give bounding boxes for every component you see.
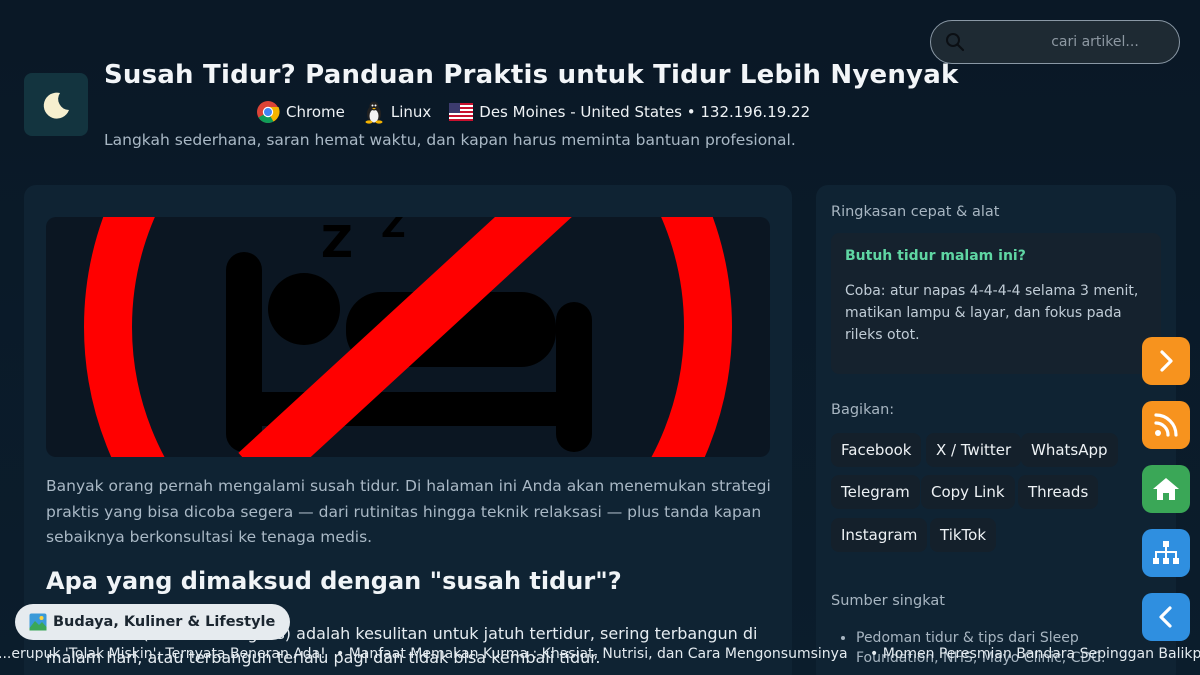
ticker-item[interactable]: • Momen Peresmian Bandara Sepinggan Bali… <box>870 646 1200 662</box>
svg-text:Z: Z <box>321 217 353 268</box>
search-icon <box>946 33 965 52</box>
share-whatsapp-button[interactable]: WhatsApp <box>1021 433 1118 467</box>
share-tiktok-button[interactable]: TikTok <box>930 518 997 552</box>
home-button[interactable] <box>1142 465 1190 513</box>
sources-label: Sumber singkat <box>831 593 945 609</box>
next-button[interactable] <box>1142 337 1190 385</box>
chrome-icon <box>256 100 280 124</box>
page-subtitle: Langkah sederhana, saran hemat waktu, da… <box>104 131 796 149</box>
share-threads-button[interactable]: Threads <box>1018 475 1099 509</box>
search-input[interactable] <box>975 34 1175 50</box>
copy-link-button[interactable]: Copy Link <box>921 475 1015 509</box>
site-logo[interactable] <box>24 73 88 136</box>
svg-text:Z: Z <box>381 217 406 246</box>
share-twitter-button[interactable]: X / Twitter <box>926 433 1022 467</box>
article-intro: Banyak orang pernah mengalami susah tidu… <box>46 477 771 546</box>
quick-tip-box: Butuh tidur malam ini? Coba: atur napas … <box>831 233 1161 374</box>
article-card: Z Z Banyak orang pernah mengalami susah … <box>24 185 792 675</box>
article-hero-image: Z Z <box>46 217 770 457</box>
chevron-left-icon <box>1159 606 1172 628</box>
image-icon <box>29 613 47 631</box>
quick-tip-text: Coba: atur napas 4-4-4-4 selama 3 menit,… <box>845 283 1139 343</box>
page-title: Susah Tidur? Panduan Praktis untuk Tidur… <box>104 60 959 90</box>
no-sleep-icon: Z Z <box>84 217 732 457</box>
share-facebook-button[interactable]: Facebook <box>831 433 922 467</box>
category-pill[interactable]: Budaya, Kuliner & Lifestyle <box>15 604 291 640</box>
category-label: Budaya, Kuliner & Lifestyle <box>53 614 276 630</box>
ticker-item[interactable]: ...erupuk 'Tolak Miskin', Ternyata Bener… <box>0 646 326 662</box>
section-heading: Apa yang dimaksud dengan "susah tidur"? <box>46 567 622 595</box>
chevron-right-icon <box>1160 350 1173 372</box>
browser-name: Chrome <box>286 103 345 121</box>
search-box[interactable] <box>930 20 1180 64</box>
share-instagram-button[interactable]: Instagram <box>831 518 928 552</box>
sidebar: Ringkasan cepat & alat Butuh tidur malam… <box>816 185 1176 675</box>
share-label: Bagikan: <box>831 402 895 418</box>
visitor-info: Chrome Linux Des Moines - United States … <box>256 100 811 124</box>
sitemap-button[interactable] <box>1142 529 1190 577</box>
home-icon <box>1153 478 1179 500</box>
rss-button[interactable] <box>1142 401 1190 449</box>
moon-icon <box>43 92 69 119</box>
us-flag-icon <box>449 103 474 121</box>
location-ip: Des Moines - United States • 132.196.19.… <box>479 103 811 121</box>
linux-icon <box>363 100 385 124</box>
news-ticker: ...erupuk 'Tolak Miskin', Ternyata Bener… <box>0 643 1200 667</box>
quick-tip-heading: Butuh tidur malam ini? <box>845 248 1026 264</box>
sidebar-title: Ringkasan cepat & alat <box>831 204 1000 220</box>
back-button[interactable] <box>1142 593 1190 641</box>
os-name: Linux <box>390 103 432 121</box>
sitemap-icon <box>1153 541 1179 564</box>
rss-icon <box>1154 413 1178 437</box>
ticker-item[interactable]: • Manfaat Memakan Kurma : Khasiat, Nutri… <box>336 646 848 662</box>
share-telegram-button[interactable]: Telegram <box>831 475 920 509</box>
